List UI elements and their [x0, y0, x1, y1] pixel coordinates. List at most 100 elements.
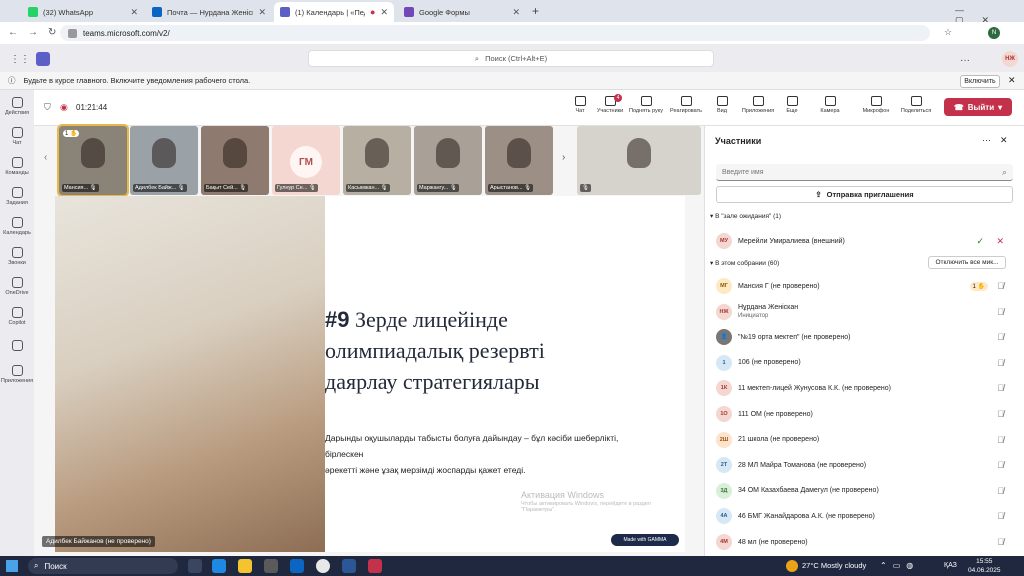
tray-icons[interactable]: ⌃▭◍	[880, 561, 919, 570]
mute-all-button[interactable]: Отключить все мик...	[928, 256, 1006, 269]
participant-item[interactable]: 👤 "№19 орта мектеп" (не проверено) 🎙̸	[708, 325, 1018, 349]
profile-icon[interactable]: N	[988, 27, 1000, 39]
mic-off-icon[interactable]: 🎙̸	[997, 409, 1004, 419]
tab-teams[interactable]: (1) Календарь | «Педагоги... ● ✕	[274, 2, 394, 22]
gamma-badge[interactable]: Made with GAMMA	[611, 534, 679, 546]
participant-item[interactable]: 4А 46 БМГ Жанайдарова А.К. (не проверено)…	[708, 504, 1018, 528]
toolbar-emoji-button[interactable]: Реагировать	[668, 96, 704, 114]
mic-off-icon[interactable]: 🎙̸	[997, 486, 1004, 496]
close-icon[interactable]: ✕	[1008, 75, 1016, 86]
participant-item[interactable]: МГ Мансия Г (не проверено) 1 ✋ 🎙̸	[708, 274, 1018, 298]
more-icon[interactable]: ···	[960, 55, 970, 66]
video-tile[interactable]: Арыстанов... 🎙	[485, 126, 553, 195]
task-view-icon[interactable]	[188, 559, 202, 573]
close-icon[interactable]: ✕	[130, 7, 138, 18]
star-icon[interactable]: ☆	[944, 27, 952, 38]
deny-icon[interactable]: ✕	[996, 236, 1004, 247]
rail-item[interactable]: Действия	[0, 92, 34, 120]
taskbar-search[interactable]: ⌕ Поиск	[28, 558, 178, 574]
site-info-icon[interactable]	[68, 28, 77, 38]
video-tile[interactable]: 1 ✋ Мансия... 🎙	[57, 124, 129, 197]
toolbar-share-button[interactable]: Поделиться	[898, 96, 934, 114]
participant-item[interactable]: 3Д 34 ОМ Казахбаева Дамегул (не проверено…	[708, 479, 1018, 503]
rail-item[interactable]: Звонки	[0, 242, 34, 270]
close-icon[interactable]: ✕	[258, 7, 266, 18]
video-tile[interactable]: Бақыт Сей... 🎙	[201, 126, 269, 195]
rail-item[interactable]	[0, 332, 34, 360]
rail-item[interactable]: Календарь	[0, 212, 34, 240]
toolbar-apps-button[interactable]: Приложения	[740, 96, 776, 114]
video-tile[interactable]: Маржангу... 🎙	[414, 126, 482, 195]
toolbar-camera-button[interactable]: Камера	[812, 96, 848, 114]
windows-start-icon[interactable]	[6, 560, 18, 572]
admit-icon[interactable]: ✓	[976, 236, 984, 247]
emoji-icon	[680, 96, 692, 106]
rail-item[interactable]: Copilot	[0, 302, 34, 330]
mic-off-icon[interactable]: 🎙̸	[997, 307, 1004, 317]
video-tile[interactable]: Касымжан... 🎙	[343, 126, 411, 195]
close-icon[interactable]: ✕	[512, 7, 520, 18]
rail-item[interactable]: OneDrive	[0, 272, 34, 300]
powerpoint-icon[interactable]	[368, 559, 382, 573]
mic-off-icon[interactable]: 🎙̸	[997, 511, 1004, 521]
outlook-icon[interactable]	[290, 559, 304, 573]
participant-item[interactable]: 1О 111 ОМ (не проверено) 🎙̸	[708, 402, 1018, 426]
hand-order: 1	[972, 283, 976, 290]
chevron-left-icon[interactable]: ‹	[44, 152, 47, 163]
edge-icon[interactable]	[212, 559, 226, 573]
video-tile[interactable]: 🎙	[577, 126, 701, 195]
rail-item[interactable]: Приложения	[0, 360, 34, 388]
participant-item[interactable]: 4М 48 мл (не проверено) 🎙̸	[708, 530, 1018, 554]
mic-off-icon[interactable]: 🎙̸	[997, 537, 1004, 547]
mic-off-icon[interactable]: 🎙̸	[997, 435, 1004, 445]
rail-item[interactable]: Задания	[0, 182, 34, 210]
participant-item[interactable]: 2Ш 21 школа (не проверено) 🎙̸	[708, 428, 1018, 452]
video-tile[interactable]: ГМ Гулнур Се... 🎙	[272, 126, 340, 195]
participant-item[interactable]: 2Т 28 МЛ Майра Томанова (не проверено) 🎙̸	[708, 453, 1018, 477]
clock[interactable]: 15:55 04.06.2025	[968, 557, 1001, 575]
toolbar-view-button[interactable]: Вид	[704, 96, 740, 114]
rail-item[interactable]: Чат	[0, 122, 34, 150]
mic-off-icon[interactable]: 🎙̸	[997, 358, 1004, 368]
participant-item[interactable]: 1 106 (не проверено) 🎙̸	[708, 351, 1018, 375]
in-meeting-section-header[interactable]: ▾ В этом собрании (60)	[710, 259, 779, 267]
tab-whatsapp[interactable]: (32) WhatsApp ✕	[22, 2, 144, 22]
tab-mail[interactable]: Почта — Нурдана Женіскан — ... ✕	[146, 2, 272, 22]
lobby-item[interactable]: МУ Мерейли Умиралиева (внешний) ✓ ✕	[708, 229, 1018, 253]
weather-text[interactable]: 27°C Mostly cloudy	[802, 561, 866, 570]
participant-search-input[interactable]: Введите имя ⌕	[716, 164, 1013, 181]
mic-off-icon[interactable]: 🎙̸	[997, 383, 1004, 393]
chevron-right-icon[interactable]: ›	[562, 152, 565, 163]
language-indicator[interactable]: ҚАЗ	[944, 562, 957, 569]
lobby-section-header[interactable]: ▾ В "зале ожидания" (1)	[710, 212, 781, 220]
chrome-icon[interactable]	[316, 559, 330, 573]
word-icon[interactable]	[342, 559, 356, 573]
search-input[interactable]: ⌕ Поиск (Ctrl+Alt+E)	[308, 50, 714, 67]
app-launcher-icon[interactable]: ⋮⋮	[10, 54, 30, 65]
invite-button[interactable]: ⇪ Отправка приглашения	[716, 186, 1013, 203]
close-icon[interactable]: ✕	[380, 7, 388, 18]
tab-forms[interactable]: Google Формы ✕	[398, 2, 526, 22]
leave-button[interactable]: ☎ Выйти ▾	[944, 98, 1012, 116]
close-icon[interactable]: ✕	[1000, 135, 1008, 146]
video-tile[interactable]: Адилбек Байж... 🎙	[130, 126, 198, 195]
new-tab-button[interactable]: +	[532, 4, 539, 18]
store-icon[interactable]	[264, 559, 278, 573]
file-explorer-icon[interactable]	[238, 559, 252, 573]
nav-buttons[interactable]: ←→↻	[8, 27, 66, 38]
more-icon[interactable]: ···	[982, 135, 991, 145]
participant-item[interactable]: НЖ Нұрдана Женіскан Инициатор 🎙̸	[708, 300, 1018, 324]
participant-item[interactable]: 1К 11 мектеп-лицей Жунусова К.К. (не пров…	[708, 376, 1018, 400]
mic-off-icon[interactable]: 🎙̸	[997, 460, 1004, 470]
enable-notifications-button[interactable]: Включить	[960, 75, 1000, 88]
mic-off-icon[interactable]: 🎙̸	[997, 281, 1004, 291]
slide-number: #9	[325, 307, 350, 332]
toolbar-more-button[interactable]: Еще	[774, 96, 810, 114]
toolbar-mic-button[interactable]: Микрофон	[858, 96, 894, 114]
mic-off-icon[interactable]: 🎙̸	[997, 332, 1004, 342]
url-field[interactable]: teams.microsoft.com/v2/	[60, 25, 930, 41]
avatar[interactable]: НЖ	[1002, 51, 1018, 67]
toolbar-people-button[interactable]: Участники 4	[592, 94, 628, 114]
rail-item[interactable]: Команды	[0, 152, 34, 180]
toolbar-hand-button[interactable]: Поднять руку	[628, 96, 664, 114]
